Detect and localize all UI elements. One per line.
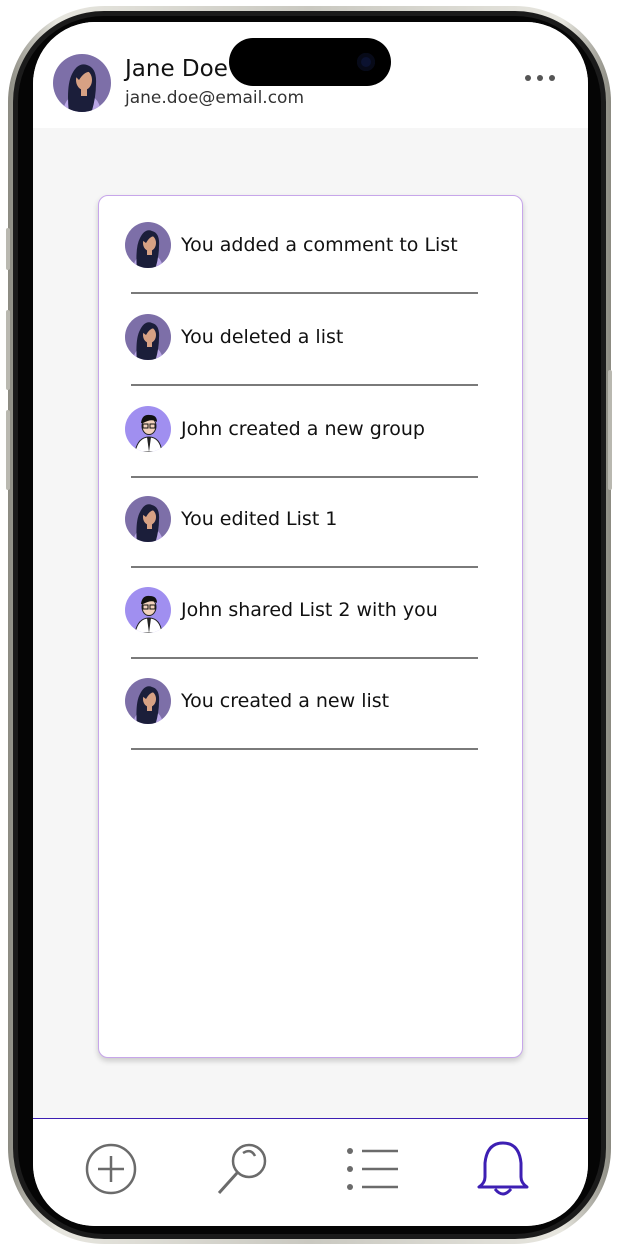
john-avatar	[125, 587, 171, 633]
activity-item[interactable]: John created a new group	[125, 406, 505, 498]
jane-avatar	[125, 314, 171, 360]
divider	[131, 748, 478, 750]
activity-text: You edited List 1	[181, 508, 338, 530]
jane-avatar	[125, 678, 171, 724]
john-avatar	[125, 406, 171, 452]
more-horizontal-icon	[525, 75, 531, 81]
volume-up-button	[6, 310, 10, 390]
search-icon	[217, 1143, 267, 1195]
power-button	[608, 370, 612, 490]
list-icon	[347, 1148, 398, 1190]
notifications-button[interactable]	[473, 1139, 533, 1199]
activity-item[interactable]: You edited List 1	[125, 496, 505, 588]
volume-down-button	[6, 410, 10, 490]
camera-icon	[357, 53, 375, 71]
dynamic-island	[229, 38, 391, 86]
user-name: Jane Doe	[125, 56, 228, 82]
screen: Jane Doe jane.doe@email.com You added a …	[33, 22, 588, 1226]
jane-avatar-image	[53, 54, 111, 112]
activity-text: John shared List 2 with you	[181, 599, 438, 621]
lists-button[interactable]	[342, 1139, 402, 1199]
jane-avatar	[125, 496, 171, 542]
activity-item[interactable]: You created a new list	[125, 678, 505, 770]
user-avatar[interactable]	[53, 54, 111, 112]
more-dot	[537, 75, 543, 81]
action-button	[6, 228, 10, 270]
activity-item[interactable]: You added a comment to List	[125, 222, 505, 314]
plus-circle-icon	[85, 1143, 137, 1195]
user-email: jane.doe@email.com	[125, 88, 305, 108]
activity-text: John created a new group	[181, 418, 425, 440]
more-dot	[549, 75, 555, 81]
activity-text: You created a new list	[181, 690, 390, 712]
divider	[131, 476, 478, 478]
divider	[131, 292, 478, 294]
divider	[131, 566, 478, 568]
activity-text: You added a comment to List	[181, 234, 458, 256]
activity-card: You added a comment to List You deleted …	[98, 195, 523, 1058]
search-button[interactable]	[213, 1139, 273, 1199]
bell-icon	[477, 1141, 529, 1196]
activity-item[interactable]: John shared List 2 with you	[125, 587, 505, 679]
activity-item[interactable]: You deleted a list	[125, 314, 505, 406]
add-button[interactable]	[81, 1139, 141, 1199]
activity-text: You deleted a list	[181, 326, 344, 348]
divider	[131, 384, 478, 386]
bottom-nav	[33, 1118, 588, 1226]
divider	[131, 657, 478, 659]
jane-avatar	[125, 222, 171, 268]
more-options-button[interactable]	[525, 68, 555, 88]
